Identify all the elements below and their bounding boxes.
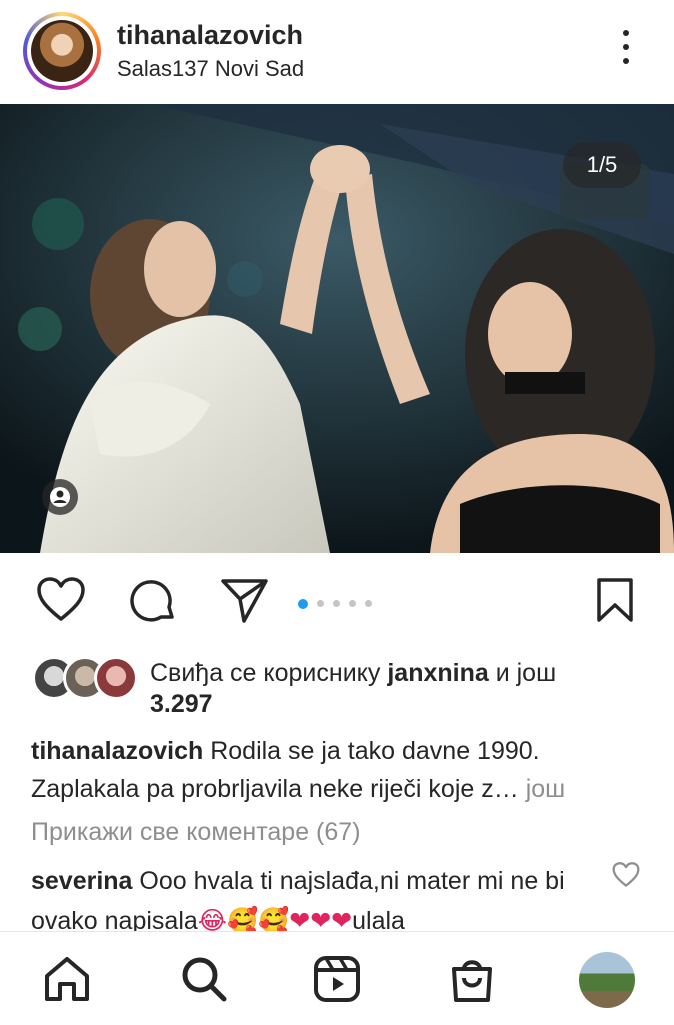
likes-section: Свиђа се кориснику janxnina и још 3.297 — [0, 652, 674, 722]
comment-icon[interactable] — [128, 577, 178, 632]
post-caption: tihanalazovich Rodila se ja tako davne 1… — [31, 732, 651, 808]
liker-avatar[interactable] — [94, 656, 138, 700]
comment-like-icon[interactable] — [612, 862, 640, 893]
post-actions — [0, 553, 674, 649]
reels-icon[interactable] — [312, 954, 362, 1009]
home-icon[interactable] — [42, 954, 92, 1009]
share-icon[interactable] — [220, 577, 270, 630]
post-location[interactable]: Salas137 Novi Sad — [117, 56, 304, 82]
caption-username[interactable]: tihanalazovich — [31, 737, 203, 765]
shop-icon[interactable] — [447, 954, 497, 1009]
comment-username[interactable]: severina — [31, 867, 132, 895]
view-all-comments-link[interactable]: Прикажи све коментаре (67) — [31, 818, 361, 847]
profile-tab-avatar[interactable] — [579, 952, 635, 1008]
likes-text[interactable]: Свиђа се кориснику janxnina и још — [150, 656, 650, 690]
comment-item: severina Ooo hvala ti najslađa,ni mater … — [31, 861, 591, 941]
post-username[interactable]: tihanalazovich — [117, 20, 303, 51]
carousel-counter: 1/5 — [563, 142, 641, 188]
heart-icon[interactable] — [36, 577, 86, 628]
likes-count[interactable]: 3.297 — [150, 690, 213, 719]
liker-username[interactable]: janxnina — [387, 659, 488, 687]
search-icon[interactable] — [179, 954, 229, 1009]
bookmark-icon[interactable] — [595, 577, 635, 628]
post-image[interactable]: 1/5 — [0, 104, 674, 553]
caption-more-link[interactable]: још — [526, 775, 566, 803]
more-options-icon[interactable] — [614, 30, 638, 70]
post-header: tihanalazovich Salas137 Novi Sad — [0, 0, 674, 104]
profile-avatar[interactable] — [23, 12, 101, 90]
carousel-indicator — [298, 595, 381, 613]
bottom-navigation — [0, 931, 674, 1025]
person-tag-icon[interactable] — [42, 479, 78, 515]
